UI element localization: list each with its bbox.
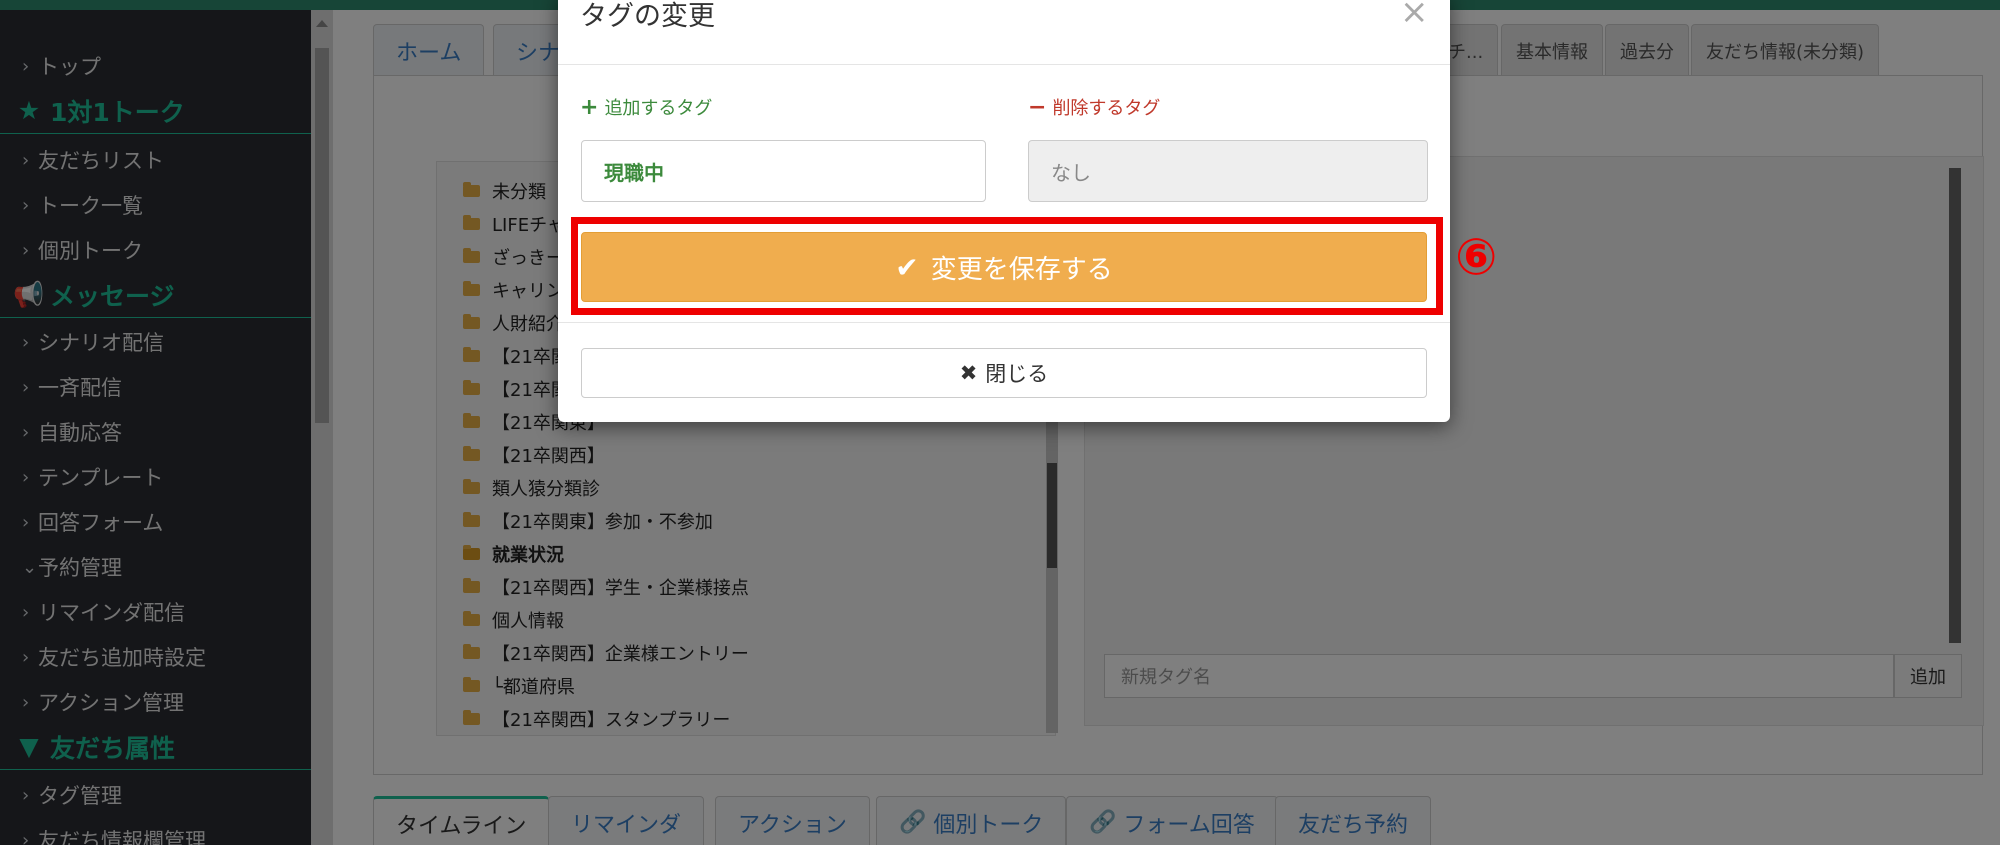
minus-icon: − [1028,94,1047,120]
step-number-annotation: ⑥ [1455,228,1498,286]
add-tag-field[interactable]: 現職中 [581,140,986,202]
close-icon[interactable]: × [1400,0,1429,32]
plus-icon: + [580,94,599,120]
check-icon: ✔ [895,250,919,284]
save-changes-button[interactable]: ✔ 変更を保存する [581,232,1427,302]
delete-tag-field: なし [1028,140,1428,202]
close-button[interactable]: ✖ 閉じる [581,348,1427,398]
delete-tag-label: − 削除するタグ [1028,94,1161,120]
modal-title: タグの変更 [580,1,715,32]
divider [558,64,1450,65]
add-tag-label: + 追加するタグ [580,94,713,120]
close-x-icon: ✖ [959,361,978,385]
tag-change-modal: タグの変更 × + 追加するタグ − 削除するタグ 現職中 なし ✔ 変更を保存する … [558,0,1450,422]
divider [558,322,1450,323]
